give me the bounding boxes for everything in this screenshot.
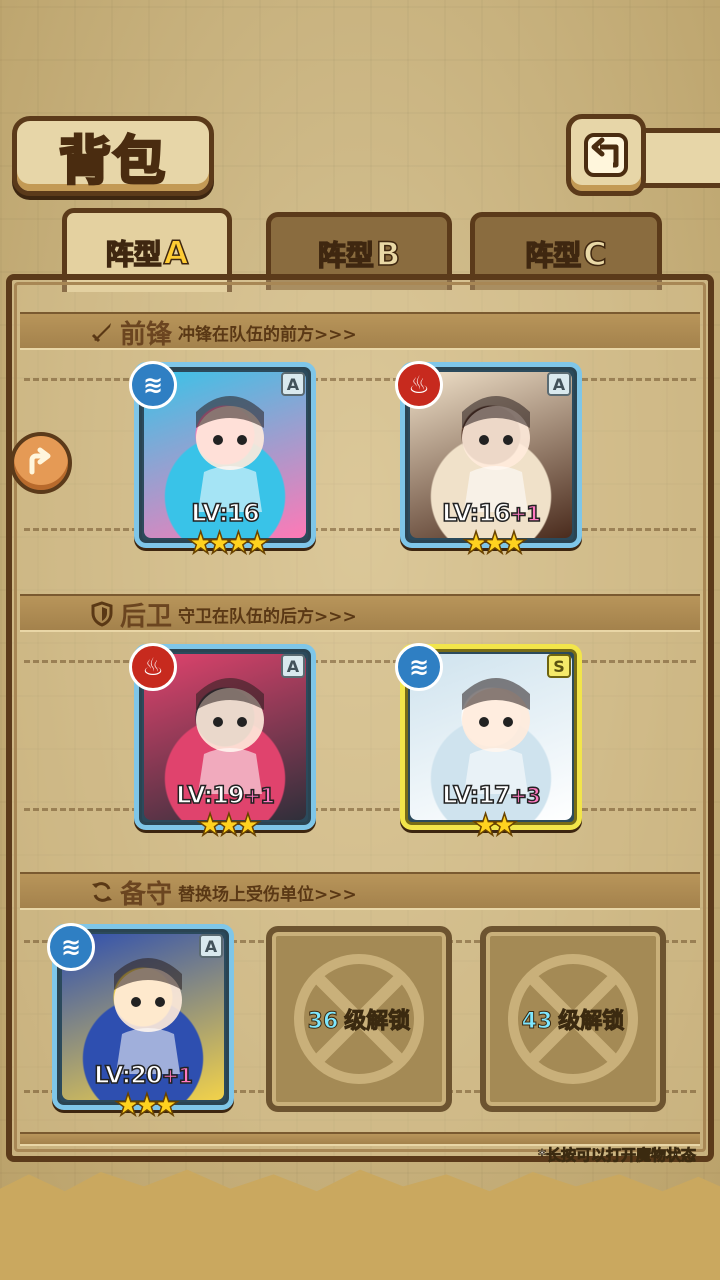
monster-card-reserve-1[interactable]: A ≋ LV:20+1 ★★★ [47,923,234,1121]
monster-card-back-2[interactable]: S ≋ LV:17+3 ★★ [395,643,582,841]
level-bonus: +1 [509,501,542,527]
level-label: LV:20+1 [57,1060,229,1090]
level-value: LV:16 [441,498,511,528]
locked-slot[interactable]: 43 级解锁 [480,926,666,1112]
water-element-icon: ≋ [129,361,177,409]
divider [24,378,696,381]
section-header-back: 后卫 守卫在队伍的后方>>> [90,594,357,634]
unlock-level: 36 [307,1009,339,1035]
side-expand-button[interactable] [10,432,72,494]
fire-element-icon: ♨ [395,361,443,409]
back-button[interactable] [566,114,646,196]
level-value: LV:16 [190,498,260,528]
rank-badge: S [547,654,571,678]
level-label: LV:19+1 [139,780,311,810]
level-value: LV:17 [441,780,511,810]
section-desc: 替换场上受伤单位>>> [178,884,357,905]
level-value: LV:19 [175,780,245,810]
level-label: LV:16 [139,498,311,528]
star-rating: ★★★ [462,526,528,561]
tab-label: 阵型 [317,238,375,273]
torn-paper-footer [0,1169,720,1280]
unlock-text: 级解锁 [344,1009,411,1035]
water-element-icon: ≋ [395,643,443,691]
divider [24,528,696,531]
section-title: 后卫 [120,601,173,632]
rank-badge: A [281,372,305,396]
footer-hint: *长按可以打开魔物状态 [538,1146,697,1165]
water-element-icon: ≋ [47,923,95,971]
section-header-front: 前锋 冲锋在队伍的前方>>> [90,312,357,352]
level-label: LV:17+3 [405,780,577,810]
star-rating: ★★ [471,808,518,843]
sword-icon [91,323,111,343]
arrow-right-icon [29,447,51,475]
tab-suffix: B [375,234,401,274]
level-bonus: +1 [243,783,276,809]
fire-element-icon: ♨ [129,643,177,691]
section-title: 备守 [120,879,173,910]
divider [24,808,696,811]
monster-card-back-1[interactable]: A ♨ LV:19+1 ★★★ [129,643,316,841]
section-desc: 冲锋在队伍的前方>>> [178,324,357,345]
locked-slot[interactable]: 36 级解锁 [266,926,452,1112]
star-rating: ★★★ [196,808,262,843]
level-bonus: +3 [509,783,542,809]
level-label: LV:16+1 [405,498,577,528]
unlock-text: 级解锁 [558,1009,625,1035]
level-bonus: +1 [161,1063,194,1089]
section-title: 前锋 [120,319,173,350]
section-header-reserve: 备守 替换场上受伤单位>>> [90,872,357,912]
section-desc: 守卫在队伍的后方>>> [178,606,357,627]
rank-badge: A [281,654,305,678]
tab-label: 阵型 [105,237,163,272]
page-title: 背包 [57,129,167,193]
divider [24,660,696,663]
level-value: LV:20 [93,1060,163,1090]
tab-suffix: C [582,234,607,274]
unlock-level: 43 [521,1009,553,1035]
monster-card-front-1[interactable]: A ≋ LV:16 ★★★★ [129,361,316,559]
shield-icon [91,601,113,627]
monster-card-front-2[interactable]: A ♨ LV:16+1 ★★★ [395,361,582,559]
unlock-level-label: 36 级解锁 [307,1003,411,1035]
tab-label: 阵型 [524,238,582,273]
rank-badge: A [547,372,571,396]
rank-badge: A [199,934,223,958]
star-rating: ★★★ [114,1088,180,1123]
tab-suffix: A [163,233,189,273]
unlock-level-label: 43 级解锁 [521,1003,625,1035]
return-arrow-icon [584,133,628,177]
star-rating: ★★★★ [186,526,271,561]
swap-icon [92,882,112,902]
